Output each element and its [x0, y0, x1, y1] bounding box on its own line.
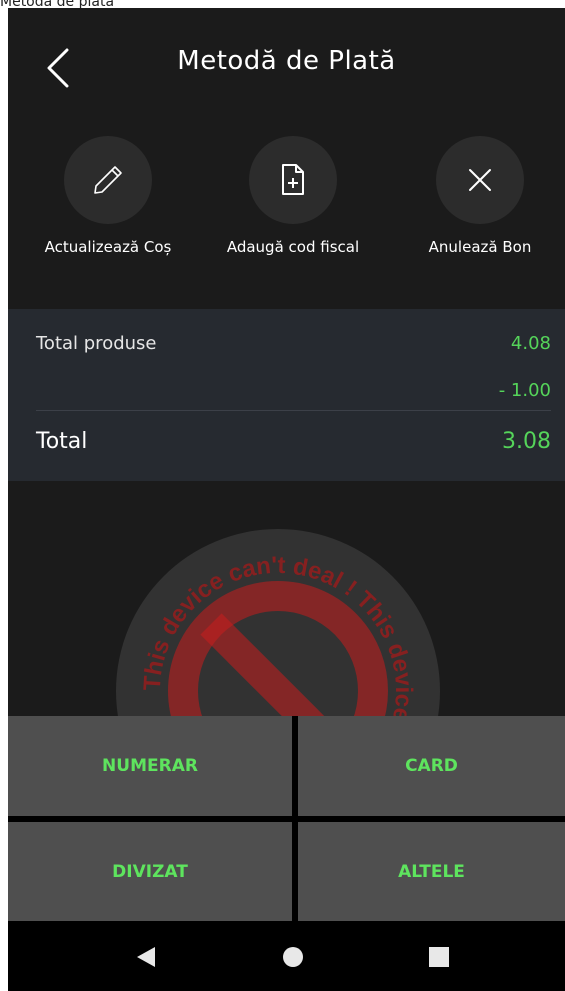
total-row: Total 3.08	[36, 429, 551, 454]
split-payment-button[interactable]: DIVIZAT	[8, 822, 292, 921]
total-value: 3.08	[502, 429, 551, 454]
other-payment-label: ALTELE	[398, 861, 465, 882]
other-payment-button[interactable]: ALTELE	[298, 822, 565, 921]
cancel-receipt-button[interactable]: Anulează Bon	[390, 136, 565, 256]
payment-options: NUMERAR CARD DIVIZAT ALTELE	[8, 716, 565, 921]
totals-divider	[36, 410, 551, 411]
nav-recents-button[interactable]	[419, 943, 459, 971]
triangle-back-icon	[137, 947, 155, 967]
total-produse-label: Total produse	[36, 333, 157, 354]
file-plus-icon	[282, 164, 304, 195]
card-label: CARD	[405, 756, 458, 776]
total-produse-row: Total produse 4.08	[36, 333, 551, 354]
action-bar: Actualizează Coș Adaugă cod fiscal Anule…	[8, 136, 565, 276]
total-produse-value: 4.08	[510, 333, 551, 354]
split-payment-label: DIVIZAT	[112, 861, 188, 882]
update-cart-label: Actualizează Coș	[44, 238, 172, 256]
header: Metodă de Plată	[8, 8, 565, 118]
cancel-receipt-circle	[436, 136, 524, 224]
cancel-receipt-label: Anulează Bon	[428, 238, 532, 256]
update-cart-button[interactable]: Actualizează Coș	[18, 136, 198, 256]
payment-method-screen: Metodă de Plată Actualizează Coș Adaugă …	[8, 8, 565, 991]
update-cart-circle	[64, 136, 152, 224]
totals-panel: Total produse 4.08 - 1.00 Total 3.08	[8, 309, 565, 481]
card-button[interactable]: CARD	[298, 716, 565, 816]
discount-value: - 1.00	[498, 380, 551, 401]
nav-home-button[interactable]	[273, 943, 313, 971]
cash-label: NUMERAR	[102, 756, 198, 776]
add-fiscal-code-label: Adaugă cod fiscal	[226, 238, 360, 256]
android-nav-bar	[8, 921, 565, 991]
add-fiscal-code-circle	[249, 136, 337, 224]
page-title: Metodă de Plată	[177, 46, 396, 76]
nav-back-button[interactable]	[126, 943, 166, 971]
cash-button[interactable]: NUMERAR	[8, 716, 292, 816]
close-icon	[469, 169, 491, 191]
circle-home-icon	[283, 947, 303, 967]
square-recents-icon	[429, 947, 449, 967]
pencil-icon	[94, 166, 122, 194]
add-fiscal-code-button[interactable]: Adaugă cod fiscal	[203, 136, 383, 256]
total-label: Total	[36, 429, 88, 454]
